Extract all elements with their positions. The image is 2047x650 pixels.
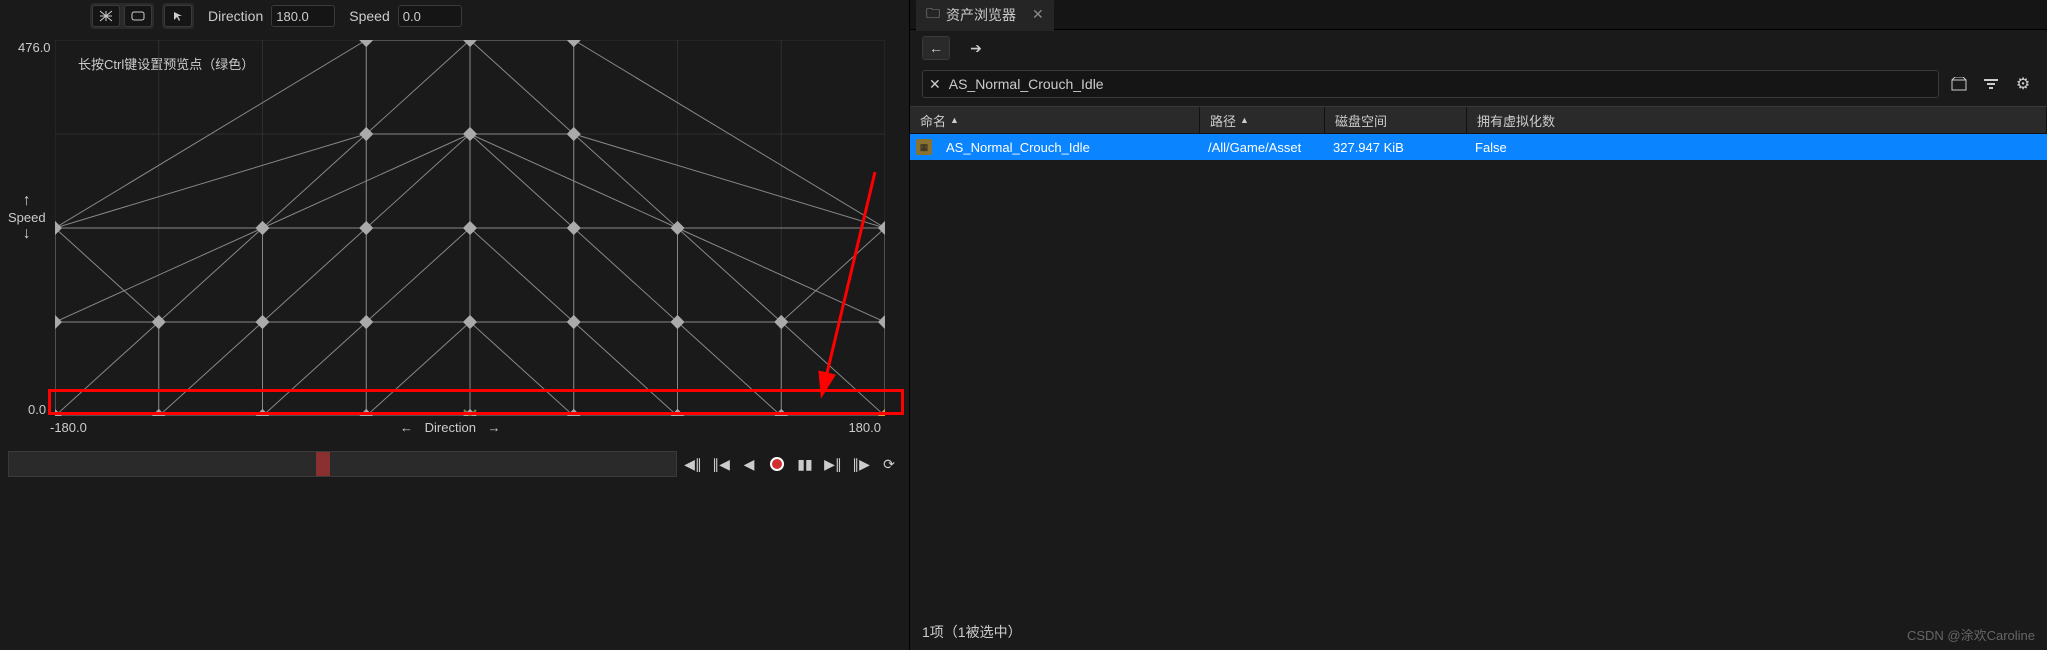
blendspace-toolbar: Direction Speed <box>0 0 909 32</box>
pause-button[interactable]: ▮▮ <box>793 452 817 476</box>
grid-snap-button[interactable] <box>92 5 120 27</box>
blendspace-graph[interactable]: 476.0 0.0 ↑ Speed ↓ 长按Ctrl键设置预览点（绿色） -18… <box>0 32 909 432</box>
cell-path: /All/Game/Asset <box>1198 137 1323 158</box>
settings-icon[interactable]: ⚙ <box>2011 72 2035 96</box>
timeline-scrubber[interactable] <box>8 451 677 477</box>
search-row: ✕ ⚙ <box>910 66 2047 106</box>
tab-asset-browser[interactable]: 🗀 资产浏览器 ✕ <box>916 0 1054 31</box>
arrow-right-icon: → <box>488 420 501 435</box>
column-header-virtual[interactable]: 拥有虚拟化数 <box>1467 107 2047 133</box>
reverse-fast-button[interactable]: ◀∥ <box>681 452 705 476</box>
nav-row: ← ➔ <box>910 30 2047 66</box>
column-header-path[interactable]: 路径 ▲ <box>1200 107 1325 133</box>
nav-forward-button[interactable]: ➔ <box>962 36 990 60</box>
search-input[interactable] <box>949 76 1932 92</box>
y-axis-max: 476.0 <box>18 40 51 55</box>
forward-fast-button[interactable]: ∥▶ <box>849 452 873 476</box>
direction-input[interactable] <box>271 5 335 27</box>
sort-ascending-icon: ▲ <box>1240 115 1249 125</box>
cell-virtual: False <box>1465 137 2047 158</box>
cell-size: 327.947 KiB <box>1323 137 1465 158</box>
clear-search-icon[interactable]: ✕ <box>929 76 941 93</box>
blendspace-grid-svg <box>55 40 885 416</box>
select-button[interactable] <box>164 5 192 27</box>
tab-label: 资产浏览器 <box>946 5 1016 25</box>
asset-browser-panel: 🗀 资产浏览器 ✕ ← ➔ ✕ ⚙ 命名 ▲ 路径 ▲ 磁盘空间 拥有虚拟化数 … <box>910 0 2047 650</box>
playhead[interactable] <box>316 452 330 476</box>
record-button[interactable] <box>765 452 789 476</box>
loop-button[interactable]: ⟳ <box>877 452 901 476</box>
folder-icon: 🗀 <box>926 3 940 27</box>
arrow-down-icon: ↓ <box>8 225 46 243</box>
column-header-size[interactable]: 磁盘空间 <box>1325 107 1467 133</box>
y-axis-min: 0.0 <box>28 402 46 417</box>
label-button[interactable] <box>124 5 152 27</box>
search-box[interactable]: ✕ <box>922 70 1939 98</box>
filter-icon[interactable] <box>1979 72 2003 96</box>
asset-type-icon: ▦ <box>916 139 932 155</box>
watermark: CSDN @涂欢Caroline <box>1907 625 2035 644</box>
playback-bar: ◀∥ ∥◀ ◀ ▮▮ ▶∥ ∥▶ ⟳ <box>8 446 901 482</box>
select-button-group <box>162 3 194 29</box>
status-bar: 1项（1被选中） <box>910 614 2047 650</box>
play-reverse-button[interactable]: ◀ <box>737 452 761 476</box>
blendspace-panel: Direction Speed 476.0 0.0 ↑ Speed ↓ 长按Ct… <box>0 0 910 650</box>
sort-ascending-icon: ▲ <box>950 115 959 125</box>
y-axis-label: ↑ Speed ↓ <box>8 192 46 243</box>
cell-name: AS_Normal_Crouch_Idle <box>936 137 1198 158</box>
arrow-up-icon: ↑ <box>8 192 46 210</box>
playback-buttons: ◀∥ ∥◀ ◀ ▮▮ ▶∥ ∥▶ ⟳ <box>681 452 901 476</box>
step-back-button[interactable]: ∥◀ <box>709 452 733 476</box>
speed-label: Speed <box>349 8 389 24</box>
direction-label: Direction <box>208 8 263 24</box>
close-tab-icon[interactable]: ✕ <box>1032 6 1044 23</box>
arrow-left-icon: ← <box>400 420 413 435</box>
speed-input[interactable] <box>398 5 462 27</box>
x-axis-min: -180.0 <box>50 420 87 435</box>
column-header-row: 命名 ▲ 路径 ▲ 磁盘空间 拥有虚拟化数 <box>910 106 2047 134</box>
x-axis-max: 180.0 <box>848 420 881 435</box>
x-axis-label: ← Direction → <box>400 420 501 435</box>
nav-back-button[interactable]: ← <box>922 36 950 60</box>
mode-button-group <box>90 3 154 29</box>
step-forward-button[interactable]: ▶∥ <box>821 452 845 476</box>
column-header-name[interactable]: 命名 ▲ <box>910 107 1200 133</box>
asset-row[interactable]: ▦ AS_Normal_Crouch_Idle /All/Game/Asset … <box>910 134 2047 160</box>
tab-bar: 🗀 资产浏览器 ✕ <box>910 0 2047 30</box>
save-icon[interactable] <box>1947 72 1971 96</box>
